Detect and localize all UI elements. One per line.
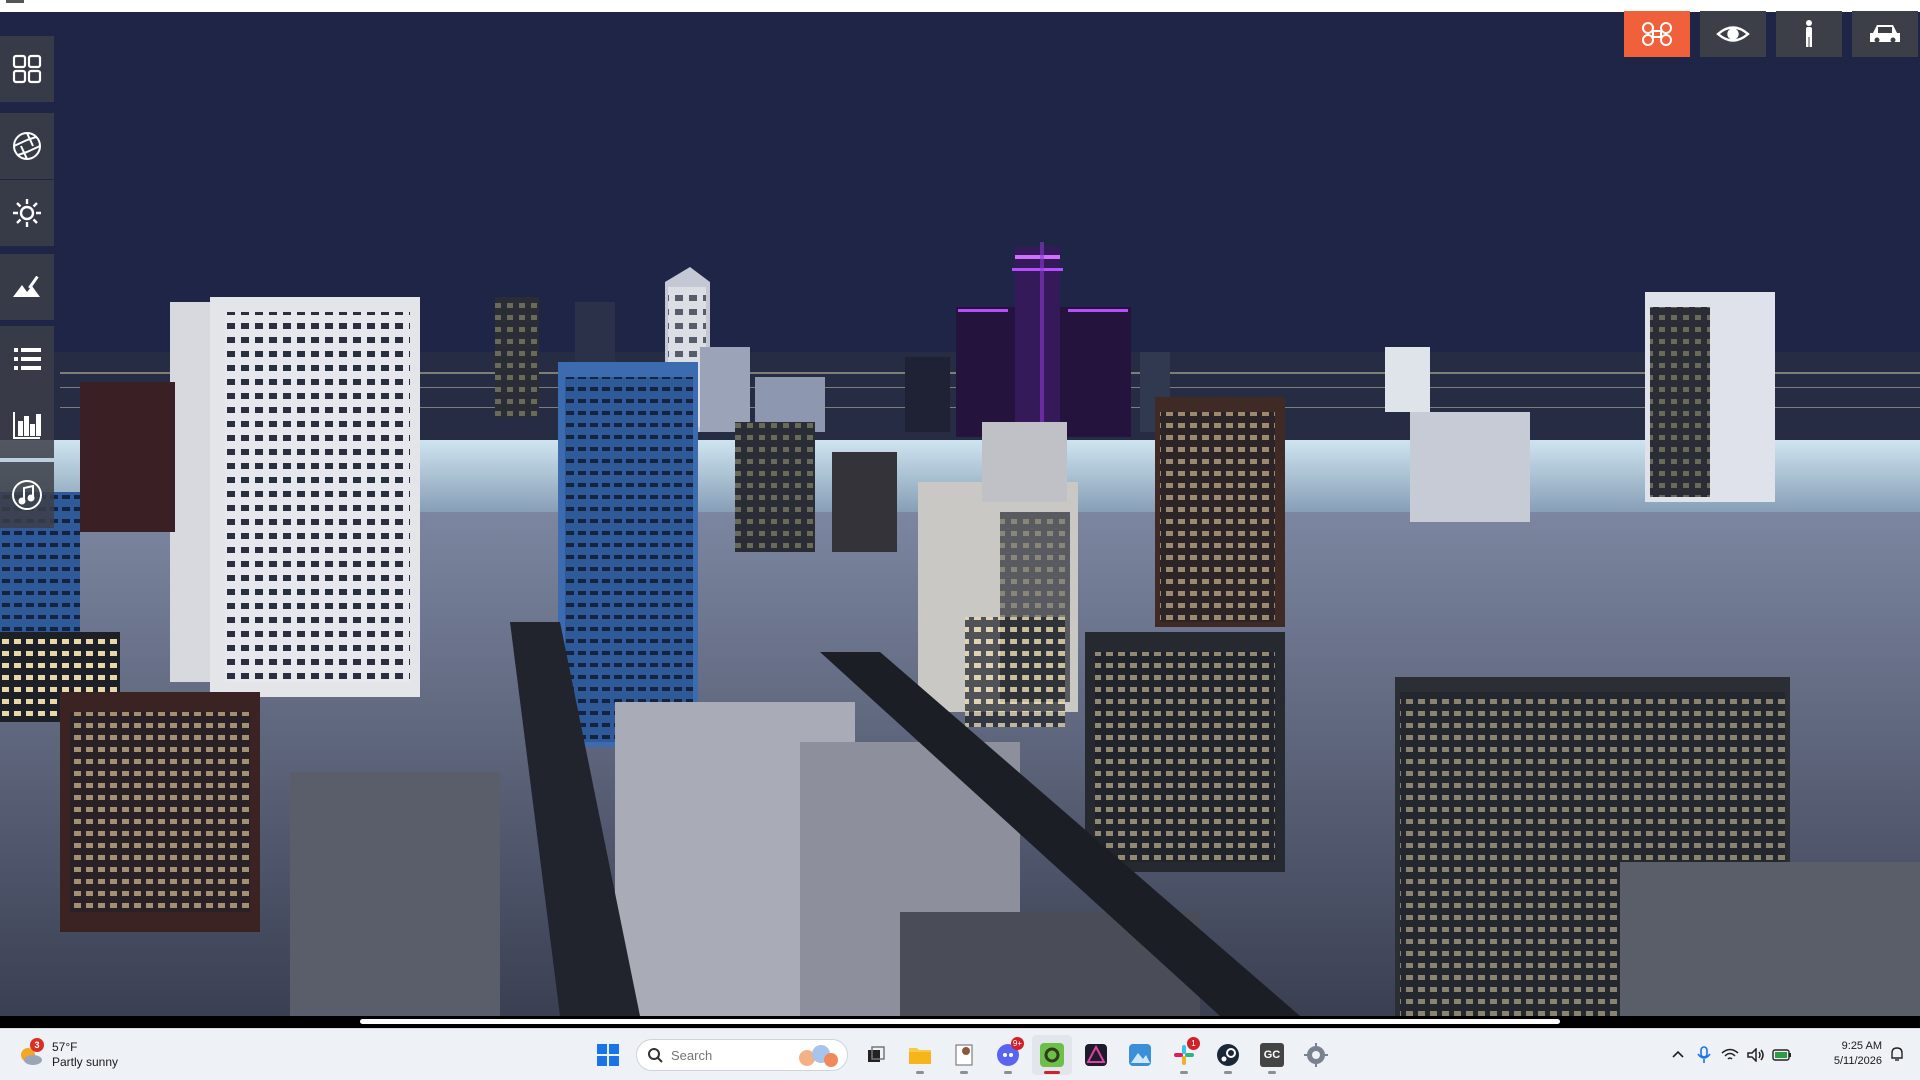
city-render	[0, 12, 1920, 1016]
viewport-scrollbar[interactable]	[360, 1019, 1560, 1024]
list-icon	[14, 348, 41, 370]
discord-badge: 9+	[1010, 1037, 1024, 1050]
file-explorer-button[interactable]	[900, 1035, 940, 1075]
search-highlight-icon	[799, 1045, 838, 1067]
photos-button[interactable]	[1120, 1035, 1160, 1075]
notification-button[interactable]	[1886, 1043, 1908, 1065]
running-indicator	[916, 1071, 924, 1074]
weather-condition: Partly sunny	[52, 1055, 119, 1069]
weather-icon: 3	[18, 1038, 44, 1068]
running-indicator	[1224, 1071, 1232, 1074]
slack-badge: 1	[1187, 1037, 1200, 1050]
volume-icon	[1747, 1048, 1764, 1062]
volume-button[interactable]	[1745, 1044, 1767, 1066]
settings-button[interactable]	[1296, 1035, 1336, 1075]
task-view-icon	[868, 1046, 885, 1062]
start-button[interactable]	[588, 1035, 628, 1075]
clock-time: 9:25 AM	[1841, 1040, 1882, 1052]
wifi-icon	[1721, 1048, 1739, 1060]
running-indicator	[1004, 1071, 1012, 1074]
clock-date: 5/11/2026	[1833, 1055, 1882, 1067]
photos-icon	[1129, 1044, 1151, 1066]
battery-button[interactable]	[1771, 1044, 1793, 1066]
aperture-button[interactable]	[0, 113, 54, 179]
drone-icon	[1642, 22, 1672, 46]
search-input[interactable]	[671, 1047, 781, 1063]
affinity-icon	[1085, 1044, 1107, 1066]
microphone-icon	[1697, 1046, 1711, 1063]
weather-widget[interactable]: 3 57°F Partly sunny	[18, 1037, 118, 1073]
terrain-brush-button[interactable]	[0, 254, 54, 320]
title-mark	[6, 0, 24, 3]
notepad-icon	[955, 1044, 973, 1066]
discord-button[interactable]: 9+	[988, 1035, 1028, 1075]
stats-button[interactable]	[0, 392, 54, 458]
weather-temp: 57°F	[52, 1040, 78, 1054]
steam-icon	[1217, 1044, 1239, 1066]
task-view-button[interactable]	[856, 1035, 896, 1075]
system-clock[interactable]: 9:25 AM 5/11/2026	[1810, 1039, 1882, 1069]
running-indicator	[960, 1071, 968, 1074]
bar-chart-icon	[13, 412, 41, 439]
city-viewport[interactable]	[0, 12, 1920, 1016]
list-button[interactable]	[0, 326, 54, 392]
drone-mode-button[interactable]	[1624, 11, 1690, 57]
search-icon	[648, 1048, 663, 1063]
eye-icon	[1716, 26, 1750, 42]
sun-button[interactable]	[0, 180, 54, 246]
pedestrian-mode-button[interactable]	[1776, 11, 1842, 57]
running-indicator	[1268, 1071, 1276, 1074]
notepad-button[interactable]	[944, 1035, 984, 1075]
taskbar-search[interactable]	[636, 1039, 848, 1071]
music-button[interactable]	[0, 462, 54, 528]
steam-button[interactable]	[1208, 1035, 1248, 1075]
sun-icon	[13, 199, 41, 227]
battery-icon	[1772, 1049, 1791, 1061]
music-icon	[12, 480, 42, 510]
gear-icon	[1304, 1043, 1328, 1067]
car-mode-button[interactable]	[1852, 11, 1918, 57]
wifi-button[interactable]	[1719, 1044, 1741, 1066]
active-app-button[interactable]	[1032, 1035, 1072, 1075]
weather-badge: 3	[30, 1038, 44, 1052]
ring-icon	[1040, 1043, 1064, 1067]
chevron-up-icon	[1672, 1050, 1684, 1058]
car-icon	[1870, 25, 1900, 43]
eye-mode-button[interactable]	[1700, 11, 1766, 57]
person-icon	[1806, 20, 1812, 47]
grid-button[interactable]	[0, 36, 54, 102]
active-indicator	[1044, 1071, 1060, 1074]
notification-icon	[1891, 1047, 1903, 1061]
windows-taskbar: 3 57°F Partly sunny Search 9+ 1 GC 9:25 …	[0, 1028, 1920, 1080]
gc-button[interactable]: GC	[1252, 1035, 1292, 1075]
running-indicator	[1180, 1071, 1188, 1074]
terrain-brush-icon	[13, 275, 40, 297]
windows-icon	[597, 1044, 619, 1066]
grid-icon	[12, 54, 42, 84]
gc-icon: GC	[1260, 1043, 1284, 1067]
system-tray	[1665, 1035, 1795, 1075]
tray-overflow-button[interactable]	[1667, 1044, 1689, 1066]
folder-icon	[909, 1048, 931, 1064]
gc-label: GC	[1263, 1049, 1281, 1061]
affinity-button[interactable]	[1076, 1035, 1116, 1075]
microphone-button[interactable]	[1693, 1044, 1715, 1066]
aperture-icon	[13, 132, 41, 160]
slack-button[interactable]: 1	[1164, 1035, 1204, 1075]
